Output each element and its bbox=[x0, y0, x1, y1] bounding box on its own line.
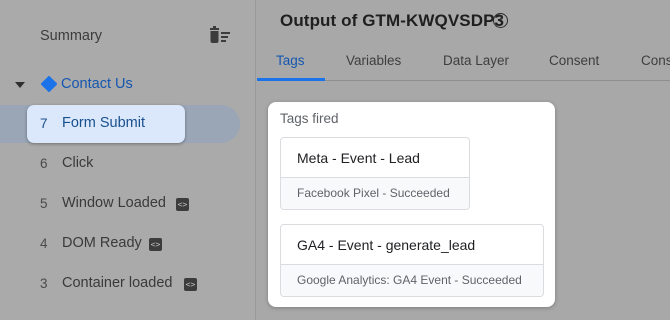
container-item-contact-us[interactable]: Contact Us bbox=[0, 74, 255, 96]
tabs-bar: Tags Variables Data Layer Consent Cons bbox=[257, 44, 670, 81]
sidebar: Summary Contact Us 7 Form Submit 6 Click… bbox=[0, 0, 256, 320]
event-item-form-submit[interactable]: 7 Form Submit bbox=[0, 105, 255, 143]
tab-tags[interactable]: Tags bbox=[276, 53, 305, 68]
tab-consent[interactable]: Consent bbox=[549, 53, 599, 68]
event-label: Window Loaded bbox=[62, 195, 166, 211]
tag-name: GA4 - Event - generate_lead bbox=[297, 237, 476, 253]
main-content: Output of GTM-KWQVSDP3 ? Tags Variables … bbox=[257, 0, 670, 320]
tag-card-ga4-generate-lead[interactable]: GA4 - Event - generate_lead Google Analy… bbox=[280, 224, 544, 297]
tag-name: Meta - Event - Lead bbox=[297, 150, 420, 166]
event-number: 6 bbox=[40, 156, 48, 171]
event-item-click[interactable]: 6 Click bbox=[0, 145, 255, 183]
code-icon: <> bbox=[184, 278, 197, 291]
tags-fired-panel: Tags fired Meta - Event - Lead Facebook … bbox=[268, 102, 555, 307]
code-icon: <> bbox=[176, 198, 189, 211]
event-label: Container loaded bbox=[62, 275, 173, 291]
tab-variables[interactable]: Variables bbox=[346, 53, 401, 68]
event-item-window-loaded[interactable]: 5 Window Loaded <> bbox=[0, 185, 255, 223]
event-item-dom-ready[interactable]: 4 DOM Ready <> bbox=[0, 225, 255, 263]
event-item-container-loaded[interactable]: 3 Container loaded <> bbox=[0, 265, 255, 303]
event-label: DOM Ready bbox=[62, 235, 142, 251]
page-title: Output of GTM-KWQVSDP3 bbox=[280, 11, 505, 30]
panel-title: Tags fired bbox=[280, 111, 339, 126]
event-number: 4 bbox=[40, 236, 48, 251]
tab-data-layer[interactable]: Data Layer bbox=[443, 53, 509, 68]
diamond-icon bbox=[40, 75, 58, 93]
tab-cons[interactable]: Cons bbox=[641, 53, 670, 68]
help-icon[interactable]: ? bbox=[493, 13, 508, 28]
tab-active-indicator bbox=[257, 78, 325, 81]
event-number: 3 bbox=[40, 276, 48, 291]
container-label: Contact Us bbox=[61, 76, 133, 92]
delete-sweep-icon[interactable] bbox=[208, 26, 232, 48]
code-icon: <> bbox=[149, 238, 162, 251]
event-label: Form Submit bbox=[62, 115, 145, 131]
tag-card-meta-lead[interactable]: Meta - Event - Lead Facebook Pixel - Suc… bbox=[280, 137, 470, 210]
chevron-down-icon[interactable] bbox=[14, 80, 26, 90]
summary-label: Summary bbox=[40, 28, 103, 44]
tag-status: Google Analytics: GA4 Event - Succeeded bbox=[281, 264, 543, 296]
tag-status: Facebook Pixel - Succeeded bbox=[281, 177, 469, 209]
event-label: Click bbox=[62, 155, 94, 171]
event-number: 5 bbox=[40, 196, 48, 211]
event-number: 7 bbox=[40, 116, 48, 131]
